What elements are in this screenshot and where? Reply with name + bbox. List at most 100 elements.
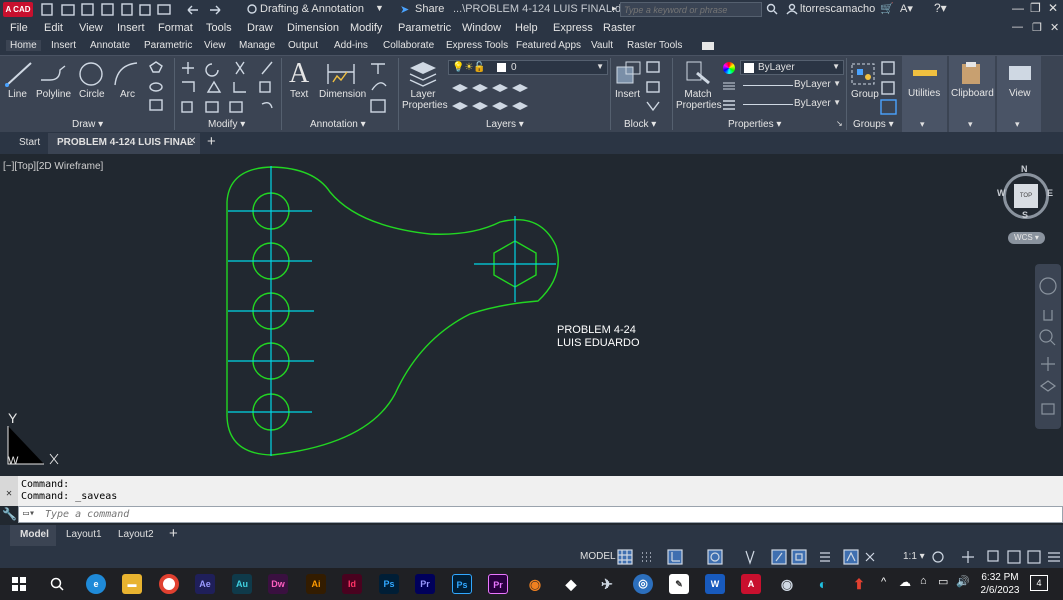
inkscape-icon[interactable]: ◆ xyxy=(561,574,581,594)
arc-button[interactable]: Arc xyxy=(120,89,135,100)
indesign-icon[interactable]: Id xyxy=(342,574,362,594)
app-icon-3[interactable]: ◐ xyxy=(813,574,833,594)
app-icon-2[interactable]: ◉ xyxy=(777,574,797,594)
match-properties-button[interactable]: Match Properties xyxy=(676,89,722,111)
line-button[interactable]: Line xyxy=(8,89,27,100)
autodesk-apps-icon[interactable]: A▾ xyxy=(900,2,913,15)
share-icon[interactable]: ➤ xyxy=(400,3,409,16)
cart-icon[interactable]: 🛒 xyxy=(880,2,894,15)
help-icon[interactable]: ?▾ xyxy=(934,1,947,15)
dimension-button[interactable]: Dimension xyxy=(319,89,366,100)
tab-raster-tools[interactable]: Raster Tools xyxy=(627,40,682,51)
restore-button[interactable]: ❐ xyxy=(1030,1,1041,15)
compass-north[interactable]: N xyxy=(1021,164,1028,174)
menu-view[interactable]: View xyxy=(79,22,103,34)
doc-minimize-button[interactable]: — xyxy=(1012,21,1023,33)
menu-window[interactable]: Window xyxy=(462,22,501,34)
draw-panel-label[interactable]: Draw ▾ xyxy=(72,119,103,130)
tab-layout1[interactable]: Layout1 xyxy=(66,529,102,540)
new-layout-button[interactable]: + xyxy=(169,525,178,542)
search-icon[interactable] xyxy=(766,3,778,15)
properties-panel-label[interactable]: Properties ▾ xyxy=(728,119,781,130)
annotation-scale[interactable]: 1:1 ▾ xyxy=(903,551,925,562)
clipboard-button[interactable]: Clipboard xyxy=(951,88,994,99)
share-button[interactable]: Share xyxy=(415,3,444,15)
circle-button[interactable]: Circle xyxy=(79,89,105,100)
compass-west[interactable]: W xyxy=(997,188,1006,198)
tray-chevron-icon[interactable]: ^ xyxy=(881,576,886,588)
wcs-menu[interactable]: WCS ▾ xyxy=(1008,232,1045,244)
tab-add-ins[interactable]: Add-ins xyxy=(334,40,368,51)
command-input[interactable] xyxy=(45,507,1045,522)
tab-collaborate[interactable]: Collaborate xyxy=(383,40,434,51)
close-tab-icon[interactable]: ✕ xyxy=(188,136,196,147)
compass-south[interactable]: S xyxy=(1022,210,1028,220)
draw-extra-icons[interactable] xyxy=(146,60,170,116)
workspace-label[interactable]: Drafting & Annotation xyxy=(260,3,364,15)
dreamweaver-icon[interactable]: Dw xyxy=(268,574,288,594)
file-explorer-icon[interactable]: ▬ xyxy=(122,574,142,594)
tab-annotate[interactable]: Annotate xyxy=(90,40,130,51)
tab-output[interactable]: Output xyxy=(288,40,318,51)
obs-icon[interactable]: ◎ xyxy=(633,574,653,594)
menu-parametric[interactable]: Parametric xyxy=(398,22,451,34)
drafting-aids-icons[interactable] xyxy=(616,549,916,565)
menu-file[interactable]: File xyxy=(10,22,28,34)
menu-draw[interactable]: Draw xyxy=(247,22,273,34)
new-tab-button[interactable]: + xyxy=(207,133,216,150)
modify-tools-icons[interactable] xyxy=(180,60,276,116)
tab-home[interactable]: Home xyxy=(6,40,41,51)
group-button[interactable]: Group xyxy=(851,89,879,100)
viewcube-face[interactable]: TOP xyxy=(1014,184,1038,208)
display-icon[interactable]: ▭ xyxy=(938,575,948,588)
block-extra-icons[interactable] xyxy=(645,60,661,116)
linetype-dropdown[interactable]: ByLayer ▼ xyxy=(740,78,844,93)
tab-active-document[interactable]: PROBLEM 4-124 LUIS FINAL ✕ xyxy=(48,133,200,154)
modify-panel-label[interactable]: Modify ▾ xyxy=(208,119,245,130)
app-icon[interactable]: ✈ xyxy=(597,574,617,594)
drawing-viewport[interactable]: [−][Top][2D Wireframe] Y W PROBLEM 4-24 … xyxy=(0,154,1063,474)
menu-format[interactable]: Format xyxy=(158,22,193,34)
tab-parametric[interactable]: Parametric xyxy=(144,40,192,51)
photoshop-icon[interactable]: Ps xyxy=(379,574,399,594)
doc-restore-button[interactable]: ❐ xyxy=(1032,21,1042,34)
status-settings-icons[interactable] xyxy=(930,549,1062,565)
network-icon[interactable]: ⌂ xyxy=(920,575,927,587)
after-effects-icon[interactable]: Ae xyxy=(195,574,215,594)
menu-tools[interactable]: Tools xyxy=(206,22,232,34)
quick-access-toolbar[interactable] xyxy=(40,2,240,17)
layer-properties-button[interactable]: Layer Properties xyxy=(402,89,448,111)
view-button[interactable]: View xyxy=(1009,88,1031,99)
close-icon[interactable]: ✕ xyxy=(6,488,12,499)
illustrator-icon[interactable]: Ai xyxy=(306,574,326,594)
menu-express[interactable]: Express xyxy=(553,22,593,34)
groups-panel-label[interactable]: Groups ▾ xyxy=(853,119,894,130)
group-extra-icons[interactable] xyxy=(880,60,898,116)
insert-button[interactable]: Insert xyxy=(615,89,640,100)
layers-panel-label[interactable]: Layers ▾ xyxy=(486,119,524,130)
edge-browser-icon[interactable]: e xyxy=(86,574,106,594)
close-button[interactable]: ✕ xyxy=(1048,1,1058,15)
user-name[interactable]: ltorrescamacho xyxy=(800,3,875,15)
annotation-extra-icons[interactable] xyxy=(368,60,392,116)
ribbon-options-icon[interactable] xyxy=(702,42,714,50)
layer-tools-icons[interactable] xyxy=(448,80,548,116)
tab-manage[interactable]: Manage xyxy=(239,40,275,51)
annotation-panel-label[interactable]: Annotation ▾ xyxy=(310,119,366,130)
blender-icon[interactable]: ◉ xyxy=(525,574,545,594)
clipboard-panel[interactable]: Clipboard ▾ xyxy=(949,56,995,132)
tab-view[interactable]: View xyxy=(204,40,226,51)
app-logo[interactable]: A CAD xyxy=(3,2,33,17)
notification-center[interactable]: 4 xyxy=(1030,575,1048,591)
tab-start[interactable]: Start xyxy=(19,137,40,148)
doc-close-button[interactable]: ✕ xyxy=(1050,21,1059,34)
menu-modify[interactable]: Modify xyxy=(350,22,382,34)
text-button[interactable]: Text xyxy=(290,89,308,100)
clock-time[interactable]: 6:32 PM xyxy=(980,572,1020,583)
block-panel-label[interactable]: Block ▾ xyxy=(624,119,656,130)
menu-insert[interactable]: Insert xyxy=(117,22,145,34)
tab-featured-apps[interactable]: Featured Apps xyxy=(516,40,581,51)
search-input[interactable] xyxy=(624,3,759,16)
tab-model[interactable]: Model xyxy=(10,525,56,546)
menu-dimension[interactable]: Dimension xyxy=(287,22,339,34)
